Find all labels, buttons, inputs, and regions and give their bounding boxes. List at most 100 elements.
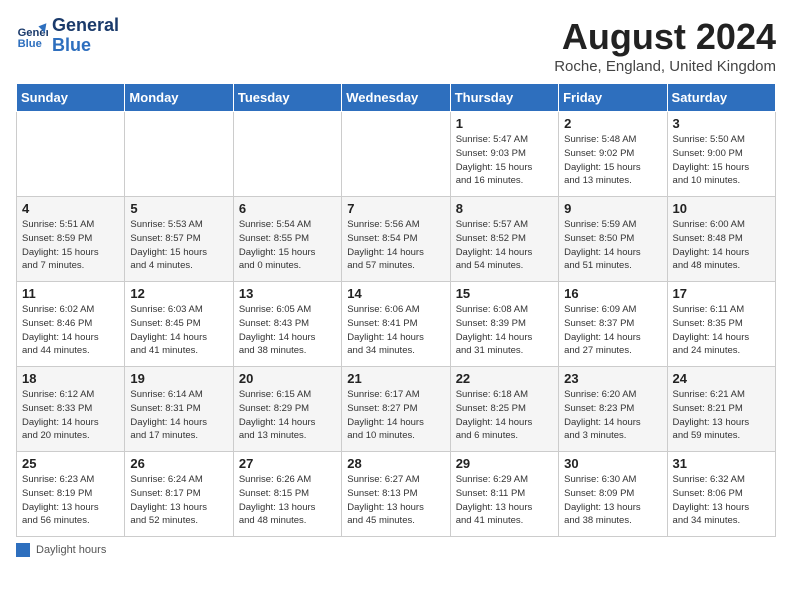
day-info: Sunrise: 6:20 AM Sunset: 8:23 PM Dayligh… [564,388,661,443]
calendar-cell: 29Sunrise: 6:29 AM Sunset: 8:11 PM Dayli… [450,452,558,537]
day-number: 10 [673,201,770,216]
calendar-cell: 20 Sunrise: 6:15 AM Sunset: 8:29 PM Dayli… [233,367,341,452]
day-info: Sunrise: 6:15 AM Sunset: 8:29 PM Dayligh… [239,388,336,443]
day-number: 15 [456,286,553,301]
title-area: August 2024 Roche, England, United Kingd… [554,16,776,75]
calendar-week-3: 18 Sunrise: 6:12 AM Sunset: 8:33 PM Dayli… [17,367,776,452]
calendar-cell: 28 Sunrise: 6:27 AM Sunset: 8:13 PM Dayli… [342,452,450,537]
day-number: 6 [239,201,336,216]
day-info: Sunrise: 5:57 AM Sunset: 8:52 PM Dayligh… [456,218,553,273]
day-number: 16 [564,286,661,301]
calendar-week-2: 11 Sunrise: 6:02 AM Sunset: 8:46 PM Dayli… [17,282,776,367]
calendar-cell: 31 Sunrise: 6:32 AM Sunset: 8:06 PM Dayli… [667,452,775,537]
calendar-cell: 6 Sunrise: 5:54 AM Sunset: 8:55 PM Daylig… [233,197,341,282]
day-info: Sunrise: 6:09 AM Sunset: 8:37 PM Dayligh… [564,303,661,358]
day-number: 29 [456,456,553,471]
day-number: 28 [347,456,444,471]
calendar-week-4: 25Sunrise: 6:23 AM Sunset: 8:19 PM Dayli… [17,452,776,537]
calendar-cell: 12Sunrise: 6:03 AM Sunset: 8:45 PM Dayli… [125,282,233,367]
calendar-cell: 17Sunrise: 6:11 AM Sunset: 8:35 PM Dayli… [667,282,775,367]
day-info: Sunrise: 5:50 AM Sunset: 9:00 PM Dayligh… [673,133,770,188]
calendar-cell [233,112,341,197]
calendar-cell: 14 Sunrise: 6:06 AM Sunset: 8:41 PM Dayli… [342,282,450,367]
day-number: 5 [130,201,227,216]
calendar-cell: 21Sunrise: 6:17 AM Sunset: 8:27 PM Dayli… [342,367,450,452]
day-info: Sunrise: 6:18 AM Sunset: 8:25 PM Dayligh… [456,388,553,443]
day-info: Sunrise: 6:14 AM Sunset: 8:31 PM Dayligh… [130,388,227,443]
day-info: Sunrise: 6:06 AM Sunset: 8:41 PM Dayligh… [347,303,444,358]
day-number: 23 [564,371,661,386]
calendar-cell: 10 Sunrise: 6:00 AM Sunset: 8:48 PM Dayli… [667,197,775,282]
calendar-week-0: 1Sunrise: 5:47 AM Sunset: 9:03 PM Daylig… [17,112,776,197]
calendar-week-1: 4Sunrise: 5:51 AM Sunset: 8:59 PM Daylig… [17,197,776,282]
day-number: 22 [456,371,553,386]
calendar-cell [342,112,450,197]
daylight-box-icon [16,543,30,557]
day-number: 4 [22,201,119,216]
calendar-cell: 13 Sunrise: 6:05 AM Sunset: 8:43 PM Dayli… [233,282,341,367]
day-number: 2 [564,116,661,131]
header-saturday: Saturday [667,84,775,112]
calendar-cell [17,112,125,197]
calendar-cell: 4Sunrise: 5:51 AM Sunset: 8:59 PM Daylig… [17,197,125,282]
day-number: 25 [22,456,119,471]
day-number: 11 [22,286,119,301]
day-info: Sunrise: 6:05 AM Sunset: 8:43 PM Dayligh… [239,303,336,358]
calendar-cell: 7 Sunrise: 5:56 AM Sunset: 8:54 PM Daylig… [342,197,450,282]
day-number: 31 [673,456,770,471]
day-number: 7 [347,201,444,216]
day-number: 9 [564,201,661,216]
day-info: Sunrise: 6:12 AM Sunset: 8:33 PM Dayligh… [22,388,119,443]
month-title: August 2024 [554,16,776,58]
day-number: 27 [239,456,336,471]
day-info: Sunrise: 6:30 AM Sunset: 8:09 PM Dayligh… [564,473,661,528]
calendar-cell: 24Sunrise: 6:21 AM Sunset: 8:21 PM Dayli… [667,367,775,452]
day-info: Sunrise: 6:27 AM Sunset: 8:13 PM Dayligh… [347,473,444,528]
day-info: Sunrise: 5:48 AM Sunset: 9:02 PM Dayligh… [564,133,661,188]
calendar-cell: 9 Sunrise: 5:59 AM Sunset: 8:50 PM Daylig… [559,197,667,282]
footer: Daylight hours [16,543,776,557]
day-info: Sunrise: 6:11 AM Sunset: 8:35 PM Dayligh… [673,303,770,358]
day-info: Sunrise: 6:21 AM Sunset: 8:21 PM Dayligh… [673,388,770,443]
day-number: 18 [22,371,119,386]
day-info: Sunrise: 6:00 AM Sunset: 8:48 PM Dayligh… [673,218,770,273]
header-tuesday: Tuesday [233,84,341,112]
calendar-cell: 30 Sunrise: 6:30 AM Sunset: 8:09 PM Dayli… [559,452,667,537]
day-number: 30 [564,456,661,471]
header-wednesday: Wednesday [342,84,450,112]
day-info: Sunrise: 5:59 AM Sunset: 8:50 PM Dayligh… [564,218,661,273]
day-number: 14 [347,286,444,301]
calendar-cell: 18 Sunrise: 6:12 AM Sunset: 8:33 PM Dayli… [17,367,125,452]
calendar-cell: 27 Sunrise: 6:26 AM Sunset: 8:15 PM Dayli… [233,452,341,537]
svg-text:Blue: Blue [18,38,42,50]
day-info: Sunrise: 5:54 AM Sunset: 8:55 PM Dayligh… [239,218,336,273]
calendar-header: Sunday Monday Tuesday Wednesday Thursday… [17,84,776,112]
location-title: Roche, England, United Kingdom [554,58,776,75]
day-info: Sunrise: 6:02 AM Sunset: 8:46 PM Dayligh… [22,303,119,358]
header-thursday: Thursday [450,84,558,112]
calendar-cell: 16 Sunrise: 6:09 AM Sunset: 8:37 PM Dayli… [559,282,667,367]
day-info: Sunrise: 6:08 AM Sunset: 8:39 PM Dayligh… [456,303,553,358]
header-row: Sunday Monday Tuesday Wednesday Thursday… [17,84,776,112]
logo-text: General Blue [52,16,119,56]
day-number: 21 [347,371,444,386]
day-number: 20 [239,371,336,386]
day-info: Sunrise: 6:32 AM Sunset: 8:06 PM Dayligh… [673,473,770,528]
logo-icon: General Blue [16,20,48,52]
day-number: 19 [130,371,227,386]
calendar-cell: 19 Sunrise: 6:14 AM Sunset: 8:31 PM Dayli… [125,367,233,452]
day-number: 13 [239,286,336,301]
day-number: 3 [673,116,770,131]
calendar-body: 1Sunrise: 5:47 AM Sunset: 9:03 PM Daylig… [17,112,776,537]
day-info: Sunrise: 6:26 AM Sunset: 8:15 PM Dayligh… [239,473,336,528]
header-sunday: Sunday [17,84,125,112]
day-info: Sunrise: 5:47 AM Sunset: 9:03 PM Dayligh… [456,133,553,188]
header-friday: Friday [559,84,667,112]
day-number: 8 [456,201,553,216]
calendar-cell: 23 Sunrise: 6:20 AM Sunset: 8:23 PM Dayli… [559,367,667,452]
day-info: Sunrise: 6:24 AM Sunset: 8:17 PM Dayligh… [130,473,227,528]
day-info: Sunrise: 5:56 AM Sunset: 8:54 PM Dayligh… [347,218,444,273]
calendar-cell: 26Sunrise: 6:24 AM Sunset: 8:17 PM Dayli… [125,452,233,537]
calendar-cell: 5Sunrise: 5:53 AM Sunset: 8:57 PM Daylig… [125,197,233,282]
day-info: Sunrise: 6:03 AM Sunset: 8:45 PM Dayligh… [130,303,227,358]
